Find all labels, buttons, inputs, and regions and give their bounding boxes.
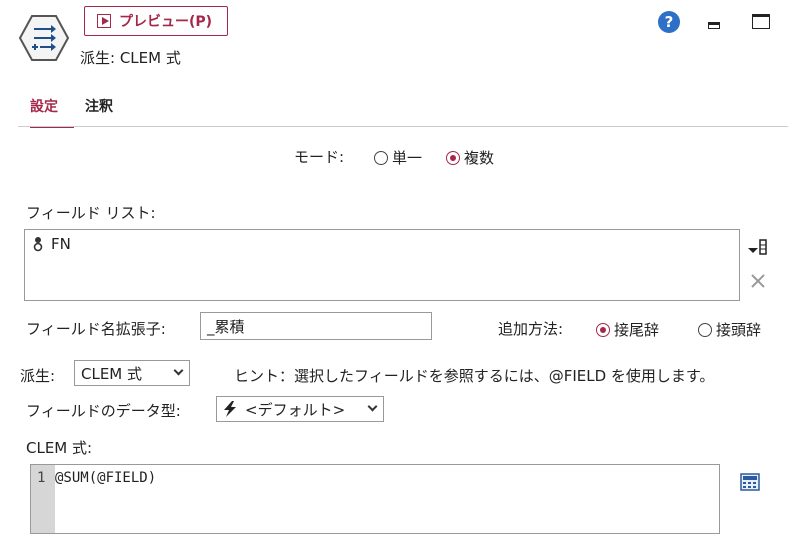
tab-notes[interactable]: 注釈 <box>85 96 113 126</box>
field-extension-input[interactable]: _累積 <box>200 312 432 340</box>
prefix-radio[interactable]: 接頭辞 <box>698 319 761 340</box>
derive-as-dropdown[interactable]: CLEM 式 <box>74 360 190 386</box>
field-list-label: フィールド リスト: <box>26 204 156 222</box>
extension-label: フィールド名拡張子: <box>26 320 166 338</box>
field-list[interactable]: FN <box>24 229 740 301</box>
maximize-icon[interactable] <box>752 14 770 29</box>
field-picker-icon[interactable] <box>748 238 768 256</box>
clem-expression-editor[interactable]: 1 @SUM(@FIELD) <box>30 464 720 534</box>
play-icon <box>97 14 111 28</box>
radio-circle-selected <box>596 322 610 337</box>
derive-label: 派生: <box>20 367 56 385</box>
help-icon[interactable]: ? <box>658 11 680 33</box>
data-type-dropdown[interactable]: <デフォルト> <box>216 396 384 422</box>
radio-circle-selected <box>446 150 460 165</box>
suffix-radio[interactable]: 接尾辞 <box>596 319 659 340</box>
hint-text: ヒント：選択したフィールドを参照するには、@FIELD を使用します。 <box>234 367 715 385</box>
preview-button[interactable]: プレビュー(P) <box>84 6 228 36</box>
radio-circle <box>374 150 388 165</box>
node-title: 派生: CLEM 式 <box>80 49 181 67</box>
field-type-icon <box>33 237 43 252</box>
line-number: 1 <box>37 470 46 486</box>
lightning-icon <box>224 401 236 417</box>
tab-divider <box>18 126 788 127</box>
minimize-icon[interactable] <box>708 22 720 29</box>
mode-multiple-radio[interactable]: 複数 <box>446 147 494 168</box>
mode-single-radio[interactable]: 単一 <box>374 147 422 168</box>
mode-label: モード: <box>294 148 345 166</box>
preview-button-label: プレビュー(P) <box>119 14 213 30</box>
add-method-label: 追加方法: <box>498 320 564 338</box>
derive-node-icon <box>18 14 70 62</box>
list-item[interactable]: FN <box>33 235 71 253</box>
chevron-down-icon <box>367 401 378 412</box>
clem-label: CLEM 式: <box>26 439 93 457</box>
chevron-down-icon <box>173 365 184 376</box>
expression-code: @SUM(@FIELD) <box>55 470 157 486</box>
calculator-icon[interactable] <box>740 473 760 491</box>
radio-circle <box>698 322 712 337</box>
delete-field-icon[interactable] <box>750 273 766 289</box>
data-type-label: フィールドのデータ型: <box>26 402 181 420</box>
tab-settings[interactable]: 設定 <box>30 96 74 128</box>
